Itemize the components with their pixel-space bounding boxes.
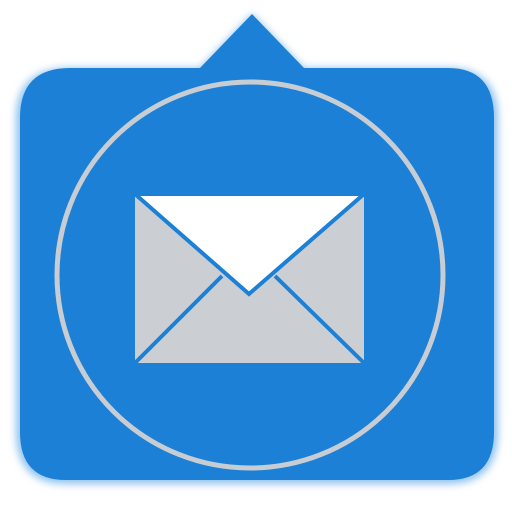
mail-icon: [16, 14, 498, 484]
mail-app-icon[interactable]: [0, 0, 512, 512]
